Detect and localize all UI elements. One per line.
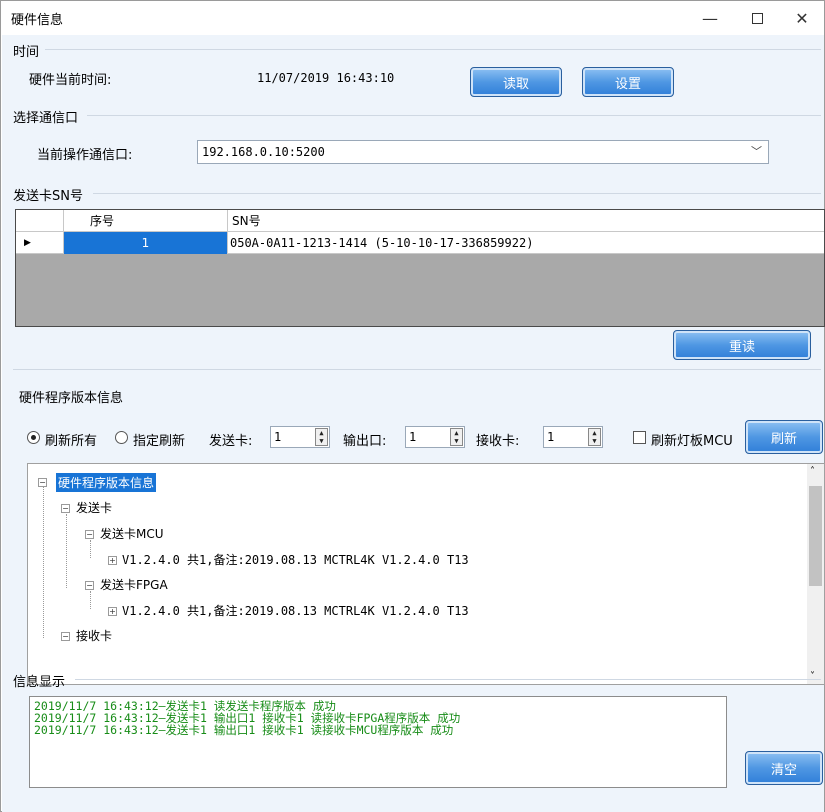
tree-root-node[interactable]: 硬件程序版本信息 (56, 473, 157, 492)
maximize-button[interactable] (734, 1, 780, 35)
column-header-sn: SN号 (232, 214, 261, 228)
divider (13, 369, 821, 370)
current-port-label: 当前操作通信口: (37, 148, 133, 163)
recv-card-stepper[interactable]: 1 ▲ ▼ (543, 426, 603, 448)
close-button[interactable]: ✕ (779, 1, 825, 35)
chevron-down-icon: ﹀ (751, 145, 762, 158)
set-time-button[interactable]: 设置 (582, 67, 674, 97)
cell-sn[interactable]: 050A-0A11-1213-1414 (5-10-10-17-33685992… (228, 232, 824, 254)
tree-line (66, 514, 67, 588)
tree-node-send-fpga[interactable]: 发送卡FPGA (100, 576, 168, 593)
maximize-icon (751, 12, 763, 24)
send-card-stepper[interactable]: 1 ▲ ▼ (270, 426, 330, 448)
table-row[interactable]: ▶ 1 050A-0A11-1213-1414 (5-10-10-17-3368… (16, 232, 824, 254)
refresh-selected-label: 指定刷新 (133, 434, 186, 449)
spin-arrows-icon[interactable]: ▲ ▼ (450, 428, 463, 446)
send-card-value: 1 (274, 430, 282, 444)
collapse-icon[interactable]: − (85, 581, 94, 590)
divider (87, 115, 821, 116)
sn-group-legend: 发送卡SN号 (13, 189, 83, 204)
refresh-mcu-label: 刷新灯板MCU (651, 434, 733, 449)
spin-arrows-icon[interactable]: ▲ ▼ (315, 428, 328, 446)
collapse-icon[interactable]: − (61, 632, 70, 641)
hardware-info-window: 硬件信息 — ✕ 时间 硬件当前时间: 11/07/2019 16:43:10 … (0, 0, 825, 812)
cell-index[interactable]: 1 (64, 232, 228, 254)
recv-card-label: 接收卡: (476, 434, 520, 449)
divider (75, 679, 821, 680)
info-log[interactable]: 2019/11/7 16:43:12—发送卡1 读发送卡程序版本 成功 2019… (29, 696, 727, 788)
refresh-all-label: 刷新所有 (45, 434, 98, 449)
output-port-stepper[interactable]: 1 ▲ ▼ (405, 426, 465, 448)
expand-icon[interactable]: + (108, 556, 117, 565)
output-port-value: 1 (409, 430, 417, 444)
row-selector-icon: ▶ (16, 232, 64, 254)
version-group-legend: 硬件程序版本信息 (19, 391, 124, 406)
tree-node-send-mcu[interactable]: 发送卡MCU (100, 525, 164, 542)
title-bar: 硬件信息 — ✕ (1, 1, 824, 35)
tree-line (90, 540, 91, 558)
collapse-icon[interactable]: − (61, 504, 70, 513)
hardware-time-value: 11/07/2019 16:43:10 (257, 71, 395, 85)
port-select[interactable]: 192.168.0.10:5200 ﹀ (197, 140, 769, 164)
refresh-all-radio[interactable] (27, 431, 40, 444)
time-group-legend: 时间 (13, 45, 40, 60)
refresh-button[interactable]: 刷新 (745, 420, 823, 454)
collapse-icon[interactable]: − (38, 478, 47, 487)
collapse-icon[interactable]: − (85, 530, 94, 539)
tree-node-send-card[interactable]: 发送卡 (76, 499, 112, 516)
hardware-time-label: 硬件当前时间: (29, 73, 112, 88)
tree-scrollbar[interactable]: ˄ ˅ (807, 464, 824, 684)
minimize-icon: — (702, 8, 718, 28)
info-group-legend: 信息显示 (13, 675, 66, 690)
divider (93, 193, 821, 194)
tree-line (43, 478, 44, 638)
output-port-label: 输出口: (343, 434, 387, 449)
tree-line (90, 591, 91, 609)
divider (45, 49, 821, 50)
window-title: 硬件信息 (11, 13, 64, 28)
minimize-button[interactable]: — (687, 1, 733, 35)
read-time-button[interactable]: 读取 (470, 67, 562, 97)
close-icon: ✕ (795, 8, 809, 28)
tree-node-recv-card[interactable]: 接收卡 (76, 627, 112, 644)
version-tree[interactable]: − 硬件程序版本信息 − 发送卡 − 发送卡MCU + V1.2.4.0 共1,… (27, 463, 825, 685)
recv-card-value: 1 (547, 430, 555, 444)
column-header-index: 序号 (64, 210, 228, 232)
row-header-corner (16, 210, 64, 232)
reread-button[interactable]: 重读 (673, 330, 811, 360)
scroll-up-icon[interactable]: ˄ (810, 466, 815, 477)
tree-node-send-mcu-version[interactable]: V1.2.4.0 共1,备注:2019.08.13 MCTRL4K V1.2.4… (122, 551, 469, 568)
tree-node-send-fpga-version[interactable]: V1.2.4.0 共1,备注:2019.08.13 MCTRL4K V1.2.4… (122, 602, 469, 619)
refresh-selected-radio[interactable] (115, 431, 128, 444)
scroll-down-icon[interactable]: ˅ (810, 671, 815, 682)
port-group-legend: 选择通信口 (13, 111, 79, 126)
scrollbar-thumb[interactable] (809, 486, 822, 586)
clear-button[interactable]: 清空 (745, 751, 823, 785)
send-card-label: 发送卡: (209, 434, 253, 449)
port-select-value: 192.168.0.10:5200 (202, 145, 325, 159)
table-header: 序号 SN号 (16, 210, 824, 232)
sn-table[interactable]: 序号 SN号 ▶ 1 050A-0A11-1213-1414 (5-10-10-… (15, 209, 825, 327)
spin-arrows-icon[interactable]: ▲ ▼ (588, 428, 601, 446)
expand-icon[interactable]: + (108, 607, 117, 616)
refresh-mcu-checkbox[interactable] (633, 431, 646, 444)
